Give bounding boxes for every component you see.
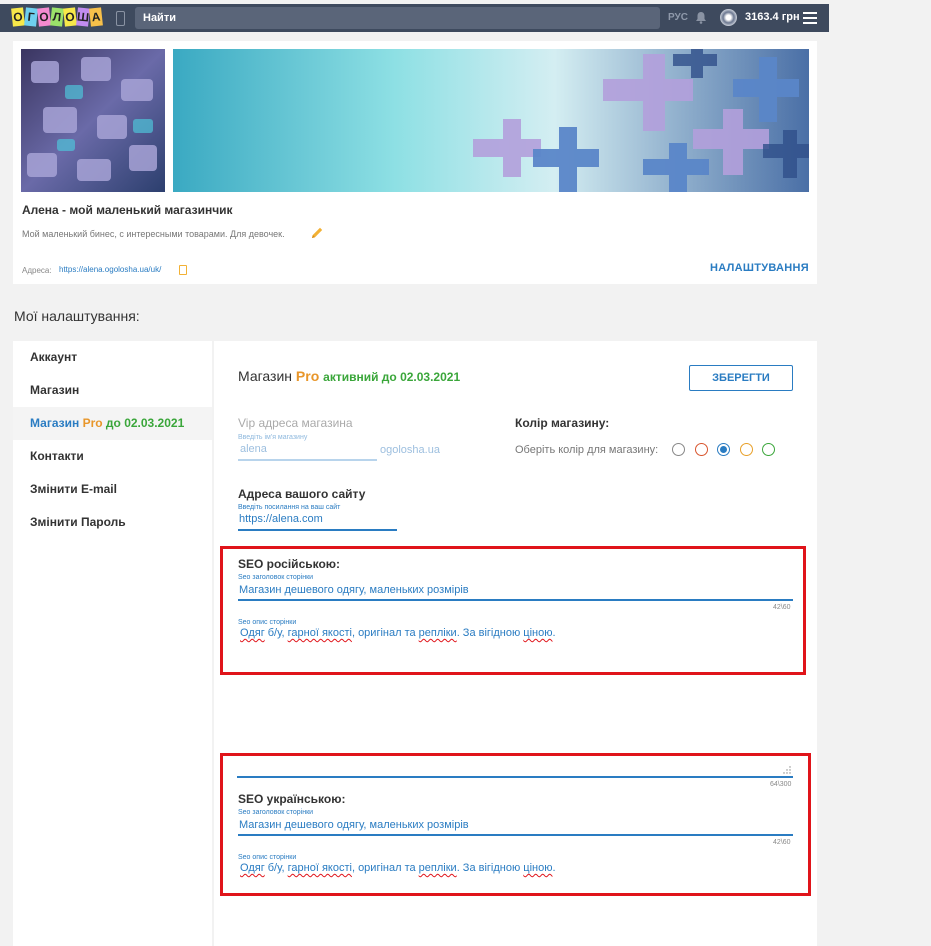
logo-letter: Г [24,7,38,27]
sidebar-item-shop[interactable]: Магазин [13,374,212,407]
shop-color-title: Колір магазину: [515,416,610,430]
desc-part: . За вігідною [456,627,524,639]
logo-letter: А [89,7,103,27]
section-title: Мої налаштування: [14,308,140,324]
seo-ru-desc-input[interactable]: Одяг б/у, гарної якості, оригінал та реп… [240,627,556,639]
vip-domain-suffix: ogolosha.ua [380,444,440,456]
top-bar: ОГОЛОША Найти РУС 3163.4 грн [0,4,829,32]
color-swatch-radio[interactable] [762,443,775,456]
website-address-input[interactable]: https://alena.com [238,513,397,531]
desc-part: б/у, [264,627,288,639]
page-title: Магазин Pro активний до 02.03.2021 [238,368,460,384]
seo-ua-title-hint: Seo заголовок сторінки [238,809,314,816]
seo-ru-title-counter: 42\60 [773,604,791,611]
shop-profile-card: Алена - мой маленький магазинчик Мой мал… [13,41,817,284]
seo-ru-desc-hint: Seo опис сторінки [238,619,297,626]
address-label: Адреса: [22,266,52,275]
seo-ua-title-counter: 42\60 [773,839,791,846]
color-swatch-radio[interactable] [717,443,730,456]
settings-link[interactable]: НАЛАШТУВАННЯ [710,262,809,274]
color-swatch-radio[interactable] [672,443,685,456]
website-address-label: Адреса вашого сайту [238,487,366,501]
desc-part: гарної якості [287,627,352,639]
vip-address-input[interactable]: alena [238,443,377,461]
sidebar-item-account[interactable]: Аккаунт [13,341,212,374]
phone-icon[interactable] [116,11,125,26]
color-swatch-radio[interactable] [739,443,753,456]
sidebar-item-contacts[interactable]: Контакти [13,440,212,473]
desc-part: б/у, [264,862,288,874]
seo-ua-desc-input[interactable]: Одяг б/у, гарної якості, оригінал та реп… [240,862,556,874]
balance[interactable]: 3163.4 грн [745,11,800,23]
seo-russian-heading: SEO російською: [238,557,341,571]
site-logo[interactable]: ОГОЛОША [11,7,103,28]
save-button[interactable]: ЗБЕРЕГТИ [689,365,793,391]
shop-avatar-image[interactable] [21,49,165,192]
title-pro-badge: Pro [295,368,320,384]
search-input[interactable]: Найти [135,7,660,29]
pencil-icon[interactable] [310,226,324,240]
desc-part: Одяг [240,627,265,639]
shop-name: Алена - мой маленький магазинчик [22,203,233,217]
logo-letter: О [11,7,25,27]
desc-part: Одяг [240,862,265,874]
pro-expiry: до 02.03.2021 [102,416,185,430]
logo-letter: Ш [76,7,90,27]
shop-address-link[interactable]: https://alena.ogolosha.ua/uk/ [59,265,161,274]
seo-ru-title-hint: Seo заголовок сторінки [238,574,314,581]
language-switch[interactable]: РУС [668,12,688,23]
settings-sidebar: Аккаунт Магазин Магазин Pro до 02.03.202… [13,341,212,946]
desc-part: гарної якості [287,862,352,874]
seo-ua-desc-hint: Seo опис сторінки [238,854,297,861]
desc-part: ціною [523,862,553,874]
seo-ru-desc-counter: 64\300 [770,781,792,788]
seo-ru-title-input[interactable]: Магазин дешевого одягу, маленьких розмір… [238,584,793,601]
shop-description: Мой маленький бинес, с интересными товар… [22,229,285,239]
sidebar-item-change-email[interactable]: Змінити E-mail [13,473,212,506]
website-address-hint: Введіть посилання на ваш сайт [238,504,341,511]
menu-icon[interactable] [803,12,817,24]
shop-pro-settings-panel: Магазин Pro активний до 02.03.2021 ЗБЕРЕ… [214,341,817,946]
sidebar-item-shop-pro[interactable]: Магазин Pro до 02.03.2021 [13,407,212,440]
color-swatch-radio[interactable] [694,443,708,456]
pro-badge: Pro [82,416,103,430]
desc-part: , оригінал та [351,627,419,639]
shop-color-label: Оберіть колір для магазину: [515,444,659,456]
logo-letter: Л [50,7,64,27]
desc-part: . [552,627,556,639]
resize-handle-icon[interactable] [783,766,791,774]
title-shop: Магазин [238,368,293,384]
sidebar-item-label: Магазин [30,416,83,430]
seo-ru-desc-underline [237,776,793,778]
seo-ukrainian-heading: SEO українською: [238,792,346,806]
sidebar-item-change-password[interactable]: Змінити Пароль [13,506,212,539]
desc-part: , оригінал та [351,862,419,874]
vip-address-label: Vip адреса магазина [238,416,353,430]
seo-ua-title-input[interactable]: Магазин дешевого одягу, маленьких розмір… [238,819,793,836]
desc-part: . За вігідною [456,862,524,874]
title-status: активний до 02.03.2021 [323,370,461,384]
avatar-icon[interactable] [720,9,737,26]
logo-letter: О [63,7,77,27]
bell-icon[interactable] [695,11,707,24]
desc-part: репліки [418,862,457,874]
desc-part: ціною [523,627,553,639]
copy-icon[interactable] [179,265,187,275]
shop-banner-image[interactable] [173,49,809,192]
logo-letter: О [37,7,51,27]
vip-address-hint: Введіть ім'я магазину [238,434,308,441]
desc-part: . [552,862,556,874]
desc-part: репліки [418,627,457,639]
